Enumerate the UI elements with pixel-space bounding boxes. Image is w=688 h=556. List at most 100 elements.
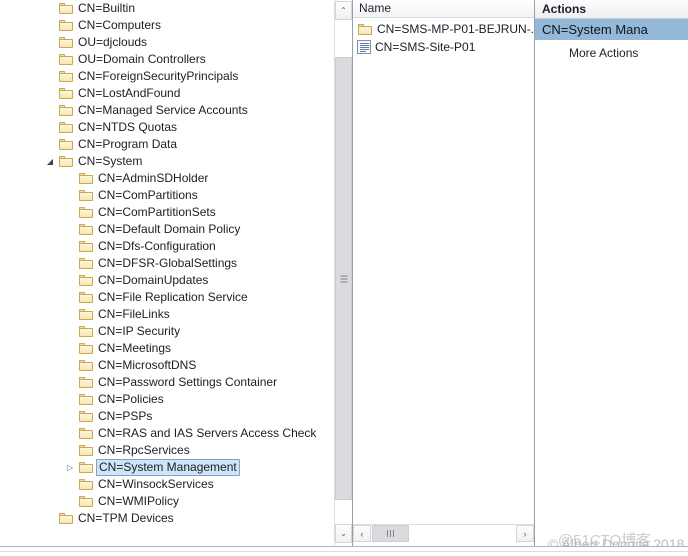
folder-icon xyxy=(78,257,94,270)
scroll-right-arrow-icon[interactable]: › xyxy=(516,525,534,542)
tree-item[interactable]: CN=WinsockServices xyxy=(0,476,352,493)
folder-icon xyxy=(58,512,74,525)
result-list-rows[interactable]: CN=SMS-MP-P01-BEJRUN-.. CN=SMS-Site-P01 xyxy=(353,18,534,56)
tree-item[interactable]: CN=Dfs-Configuration xyxy=(0,238,352,255)
tree-item[interactable]: CN=MicrosoftDNS xyxy=(0,357,352,374)
list-item-label: CN=SMS-MP-P01-BEJRUN-.. xyxy=(377,22,534,36)
tree-item[interactable]: CN=Meetings xyxy=(0,340,352,357)
tree-item[interactable]: CN=Program Data xyxy=(0,136,352,153)
chevron-right-icon[interactable]: ▷ xyxy=(62,463,78,472)
tree-item-label: CN=WinsockServices xyxy=(98,477,214,491)
folder-icon xyxy=(78,359,94,372)
tree-item-label: CN=DomainUpdates xyxy=(98,273,209,287)
column-header-name[interactable]: Name xyxy=(353,0,391,17)
tree-item[interactable]: CN=WMIPolicy xyxy=(0,493,352,510)
tree-item-label: CN=Password Settings Container xyxy=(98,375,278,389)
tree-item[interactable]: CN=Password Settings Container xyxy=(0,374,352,391)
list-item[interactable]: CN=SMS-MP-P01-BEJRUN-.. xyxy=(353,20,534,38)
folder-icon xyxy=(78,291,94,304)
list-scrollbar-thumb[interactable] xyxy=(372,525,409,542)
folder-icon xyxy=(58,36,74,49)
action-group-system-management[interactable]: CN=System Mana xyxy=(535,19,688,40)
tree-item[interactable]: CN=AdminSDHolder xyxy=(0,170,352,187)
folder-icon xyxy=(78,189,94,202)
mmc-console-body: CN=Builtin CN=Computers OU=djclouds OU=Doma… xyxy=(0,0,688,556)
tree-item-label: CN=MicrosoftDNS xyxy=(98,358,197,372)
tree-item[interactable]: CN=RpcServices xyxy=(0,442,352,459)
tree-item[interactable]: CN=Computers xyxy=(0,17,352,34)
tree-item-label: CN=PSPs xyxy=(98,409,153,423)
tree-item[interactable]: CN=IP Security xyxy=(0,323,352,340)
scroll-up-arrow-icon[interactable]: ⌃ xyxy=(335,1,352,20)
tree-item-label: CN=DFSR-GlobalSettings xyxy=(98,256,238,270)
result-list-pane[interactable]: Name CN=SMS-MP-P01-BEJRUN-.. CN=SMS-Site-… xyxy=(352,0,534,556)
tree-item[interactable]: CN=RAS and IAS Servers Access Check xyxy=(0,425,352,442)
folder-icon xyxy=(58,87,74,100)
tree-item[interactable]: CN=DFSR-GlobalSettings xyxy=(0,255,352,272)
folder-icon xyxy=(58,104,74,117)
tree-item[interactable]: CN=ComPartitionSets xyxy=(0,204,352,221)
tree-item-label: CN=Policies xyxy=(98,392,164,406)
tree-scrollbar-thumb[interactable] xyxy=(335,57,352,500)
window-bottom-frame xyxy=(0,546,688,556)
folder-icon xyxy=(78,427,94,440)
tree-item-label: CN=NTDS Quotas xyxy=(78,120,178,134)
list-column-header[interactable]: Name xyxy=(353,0,534,18)
tree-item[interactable]: OU=djclouds xyxy=(0,34,352,51)
folder-icon xyxy=(78,223,94,236)
folder-icon xyxy=(78,461,94,474)
folder-icon xyxy=(78,325,94,338)
tree-item-label: CN=Default Domain Policy xyxy=(98,222,241,236)
tree-item[interactable]: CN=ForeignSecurityPrincipals xyxy=(0,68,352,85)
tree-item[interactable]: CN=File Replication Service xyxy=(0,289,352,306)
tree-item-label: CN=ComPartitionSets xyxy=(98,205,216,219)
actions-pane-title: Actions xyxy=(535,0,688,19)
scroll-down-arrow-icon[interactable]: ⌄ xyxy=(335,524,352,543)
tree-item[interactable]: CN=FileLinks xyxy=(0,306,352,323)
list-item[interactable]: CN=SMS-Site-P01 xyxy=(353,38,534,56)
folder-icon xyxy=(78,376,94,389)
folder-icon xyxy=(78,342,94,355)
tree-item[interactable]: CN=Builtin xyxy=(0,0,352,17)
tree-item-label: CN=File Replication Service xyxy=(98,290,248,304)
list-horizontal-scrollbar[interactable]: ‹ › xyxy=(353,524,534,542)
tree-item-label: CN=AdminSDHolder xyxy=(98,171,209,185)
tree-item[interactable]: CN=ComPartitions xyxy=(0,187,352,204)
tree-item-label: CN=WMIPolicy xyxy=(98,494,180,508)
folder-icon xyxy=(357,23,373,36)
scroll-left-arrow-icon[interactable]: ‹ xyxy=(353,525,371,542)
ad-tree-pane[interactable]: CN=Builtin CN=Computers OU=djclouds OU=Doma… xyxy=(0,0,352,556)
tree-item[interactable]: CN=Policies xyxy=(0,391,352,408)
tree-item[interactable]: OU=Domain Controllers xyxy=(0,51,352,68)
tree-item-label: CN=TPM Devices xyxy=(78,511,174,525)
tree-item-label: CN=Managed Service Accounts xyxy=(78,103,248,117)
tree-item[interactable]: CN=DomainUpdates xyxy=(0,272,352,289)
tree-item[interactable]: CN=Default Domain Policy xyxy=(0,221,352,238)
folder-icon xyxy=(78,240,94,253)
tree-item[interactable]: CN=TPM Devices xyxy=(0,510,352,527)
tree-item-label: CN=Builtin xyxy=(78,1,136,15)
folder-icon xyxy=(58,2,74,15)
folder-icon xyxy=(58,155,74,168)
tree-item-label: OU=djclouds xyxy=(78,35,148,49)
folder-icon xyxy=(58,121,74,134)
tree-item[interactable]: CN=Managed Service Accounts xyxy=(0,102,352,119)
tree-item-label: CN=ForeignSecurityPrincipals xyxy=(78,69,239,83)
chevron-down-icon[interactable]: ◢ xyxy=(42,157,58,166)
tree-item[interactable]: CN=PSPs xyxy=(0,408,352,425)
document-icon xyxy=(357,40,371,54)
tree-item[interactable]: CN=NTDS Quotas xyxy=(0,119,352,136)
tree-vertical-scrollbar[interactable]: ⌃ ⌄ xyxy=(334,0,352,556)
tree-item-label: CN=Dfs-Configuration xyxy=(98,239,216,253)
ad-tree-list[interactable]: CN=Builtin CN=Computers OU=djclouds OU=Doma… xyxy=(0,0,352,527)
list-item-label: CN=SMS-Site-P01 xyxy=(375,40,476,54)
tree-item[interactable]: ◢ CN=System xyxy=(0,153,352,170)
tree-item[interactable]: CN=LostAndFound xyxy=(0,85,352,102)
folder-icon xyxy=(78,444,94,457)
tree-item-label: OU=Domain Controllers xyxy=(78,52,206,66)
folder-icon xyxy=(58,138,74,151)
more-actions-menu-item[interactable]: More Actions xyxy=(535,43,688,63)
tree-item[interactable]: ▷ CN=System Management xyxy=(0,458,352,476)
tree-item-label: CN=Program Data xyxy=(78,137,178,151)
tree-item-label: CN=Meetings xyxy=(98,341,172,355)
